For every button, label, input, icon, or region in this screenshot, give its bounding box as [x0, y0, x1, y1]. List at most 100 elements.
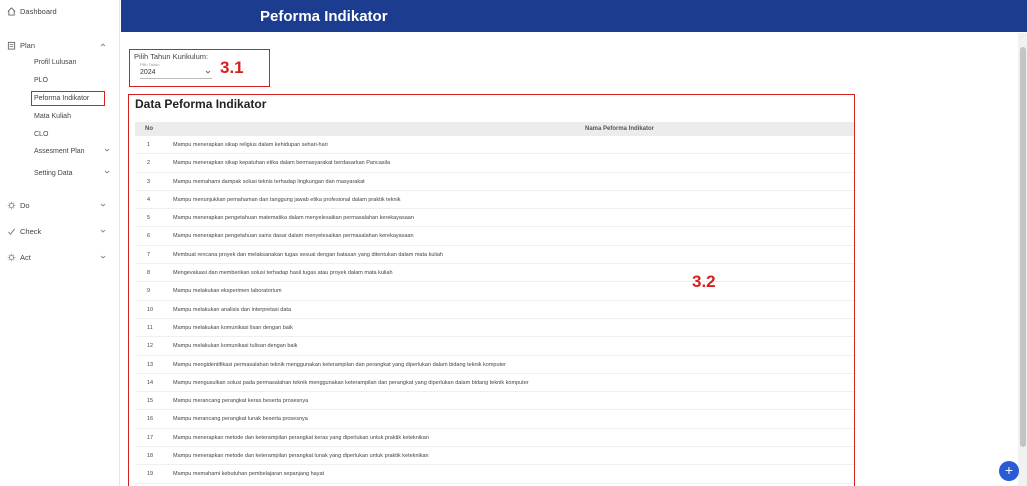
- table-row: 17 Mampu menerapkan metode dan keterampil…: [135, 429, 854, 448]
- row-number: 5: [147, 215, 151, 222]
- table-row: 2 Mampu menerapkan sikap kepatuhan etika …: [135, 154, 854, 173]
- gear-icon: [6, 200, 16, 210]
- table-row: 11 Mampu melakukan komunikasi lisan denga…: [135, 319, 854, 338]
- table-row: 12 Mampu melakukan komunikasi tulisan den…: [135, 337, 854, 356]
- indicator-name: Mampu melakukan eksperimen laboratorium: [173, 288, 282, 295]
- annotation-label: 3.2: [692, 272, 716, 291]
- clipboard-icon: [6, 40, 16, 50]
- page-header: Peforma Indikator: [121, 0, 1027, 32]
- row-number: 17: [147, 434, 154, 441]
- row-number: 16: [147, 416, 154, 423]
- indicator-name: Mampu merancang perangkat keras beserta …: [173, 398, 309, 405]
- table-row: 16 Mampu merancang perangkat lunak besert…: [135, 410, 854, 429]
- sidebar-item-check[interactable]: Check: [0, 222, 120, 240]
- table-row: 1 Mampu menerapkan sikap religius dalam k…: [135, 136, 854, 155]
- indicator-name: Mampu menerapkan metode dan keterampilan…: [173, 453, 429, 460]
- sidebar-subitem-plo[interactable]: PLO: [0, 73, 120, 87]
- table-row: 14 Mampu mengusulkan solusi pada permasal…: [135, 374, 854, 393]
- table-row: 19 Mampu memahami kebutuhan pembelajaran …: [135, 465, 854, 484]
- sidebar: Dashboard Plan Profil Lulusan PLO Peform…: [0, 0, 120, 486]
- chevron-down-icon: [100, 202, 106, 208]
- active-item-highlight: [31, 91, 105, 106]
- row-number: 1: [147, 142, 151, 148]
- table-row: 8 Mengevaluasi dan memberikan solusi terh…: [135, 264, 854, 283]
- year-select-hint: Pilih Tahun: [140, 62, 160, 67]
- add-button[interactable]: +: [999, 461, 1019, 481]
- chevron-down-icon: [104, 169, 110, 177]
- row-number: 12: [147, 343, 154, 350]
- select-underline: [140, 78, 212, 79]
- row-number: 11: [147, 324, 153, 331]
- sidebar-item-assessment-plan[interactable]: Assesment Plan: [0, 144, 120, 158]
- table-row: 6 Mampu menerapkan pengetahuan sains dasa…: [135, 227, 854, 246]
- caret-down-icon[interactable]: [205, 69, 211, 77]
- page-title: Peforma Indikator: [260, 8, 388, 25]
- annotation-label: 3.1: [220, 58, 244, 77]
- sidebar-item-act[interactable]: Act: [0, 248, 120, 266]
- table-row: 15 Mampu merancang perangkat keras besert…: [135, 392, 854, 411]
- row-number: 15: [147, 398, 154, 405]
- column-header: No: [145, 126, 153, 132]
- chevron-down-icon: [100, 228, 106, 234]
- table-row: 10 Mampu melakukan analisis dan interpret…: [135, 301, 854, 319]
- sidebar-item-plan[interactable]: Plan: [0, 36, 120, 54]
- page-scrollbar[interactable]: [1018, 33, 1027, 486]
- row-number: 18: [147, 453, 154, 460]
- row-number: 3: [147, 178, 151, 185]
- indicator-name: Mampu menerapkan pengetahuan matematika …: [173, 215, 414, 222]
- table-body: 1 Mampu menerapkan sikap religius dalam k…: [135, 136, 854, 486]
- row-number: 7: [147, 251, 151, 258]
- table-row: 18 Mampu menerapkan metode dan keterampil…: [135, 447, 854, 466]
- indicator-name: Mampu mengidentifikasi permasalahan tekn…: [173, 361, 506, 368]
- sidebar-subitem-clo[interactable]: CLO: [0, 127, 120, 141]
- table-row: 13 Mampu mengidentifikasi permasalahan te…: [135, 356, 854, 374]
- section-title: Data Peforma Indikator: [135, 97, 267, 111]
- indicator-name: Mampu merancang perangkat lunak beserta …: [173, 416, 308, 423]
- indicator-name: Mampu menerapkan pengetahuan sains dasar…: [173, 233, 414, 240]
- indicator-name: Mampu melakukan komunikasi tulisan denga…: [173, 343, 298, 350]
- indicator-name: Mampu melakukan komunikasi lisan dengan …: [173, 324, 293, 331]
- indicator-name: Mampu menerapkan sikap kepatuhan etika d…: [173, 160, 391, 167]
- sidebar-subitem-profil-lulusan[interactable]: Profil Lulusan: [0, 55, 120, 69]
- plus-icon: +: [1004, 462, 1014, 478]
- row-number: 14: [147, 379, 154, 386]
- row-number: 10: [147, 306, 154, 313]
- indicator-name: Mampu menerapkan metode dan keterampilan…: [173, 434, 429, 441]
- year-select[interactable]: 2024: [140, 69, 156, 76]
- sidebar-subitem-mata-kuliah[interactable]: Mata Kuliah: [0, 109, 120, 123]
- check-icon: [6, 226, 16, 236]
- table-row: 3 Mampu memahami dampak solusi teknis ter…: [135, 173, 854, 191]
- table-row: 7 Membuat rencana proyek dan melaksanakan…: [135, 246, 854, 265]
- sidebar-item-do[interactable]: Do: [0, 196, 120, 214]
- sidebar-item-label: Do: [20, 200, 30, 210]
- row-number: 19: [147, 471, 154, 478]
- sidebar-item-label: Plan: [20, 40, 36, 50]
- indicator-name: Mampu memahami kebutuhan pembelajaran se…: [173, 471, 325, 478]
- year-selector-label: Pilih Tahun Kurikulum:: [134, 52, 209, 61]
- year-selector-panel: Pilih Tahun Kurikulum: Pilih Tahun 2024: [129, 49, 270, 87]
- row-number: 8: [147, 270, 151, 277]
- indicator-name: Mampu menerapkan sikap religius dalam ke…: [173, 142, 328, 148]
- gear-icon: [6, 252, 16, 262]
- indicator-name: Membuat rencana proyek dan melaksanakan …: [173, 251, 443, 258]
- row-number: 9: [147, 288, 151, 295]
- table-row: 4 Mampu menunjukkan pemahaman dan tanggun…: [135, 191, 854, 210]
- chevron-up-icon: [100, 42, 106, 48]
- chevron-down-icon: [104, 147, 110, 155]
- indicator-name: Mengevaluasi dan memberikan solusi terha…: [173, 270, 393, 277]
- indicator-name: Mampu menunjukkan pemahaman dan tanggung…: [173, 196, 401, 203]
- sidebar-item-label: Check: [20, 226, 42, 236]
- row-number: 4: [147, 196, 151, 203]
- sidebar-item-label: Act: [20, 252, 31, 262]
- sidebar-item-setting-data[interactable]: Setting Data: [0, 166, 120, 180]
- row-number: 13: [147, 361, 154, 368]
- table-row: 9 Mampu melakukan eksperimen laboratorium: [135, 282, 854, 301]
- sidebar-item-dashboard[interactable]: Dashboard: [0, 2, 120, 20]
- indicator-name: Mampu melakukan analisis dan interpretas…: [173, 306, 292, 313]
- indicator-name: Mampu mengusulkan solusi pada permasalah…: [173, 379, 529, 386]
- home-icon: [6, 6, 16, 16]
- row-number: 6: [147, 233, 151, 240]
- indicator-name: Mampu memahami dampak solusi teknis terh…: [173, 178, 365, 185]
- scrollbar-thumb[interactable]: [1020, 47, 1026, 447]
- sidebar-item-label: Dashboard: [20, 6, 57, 16]
